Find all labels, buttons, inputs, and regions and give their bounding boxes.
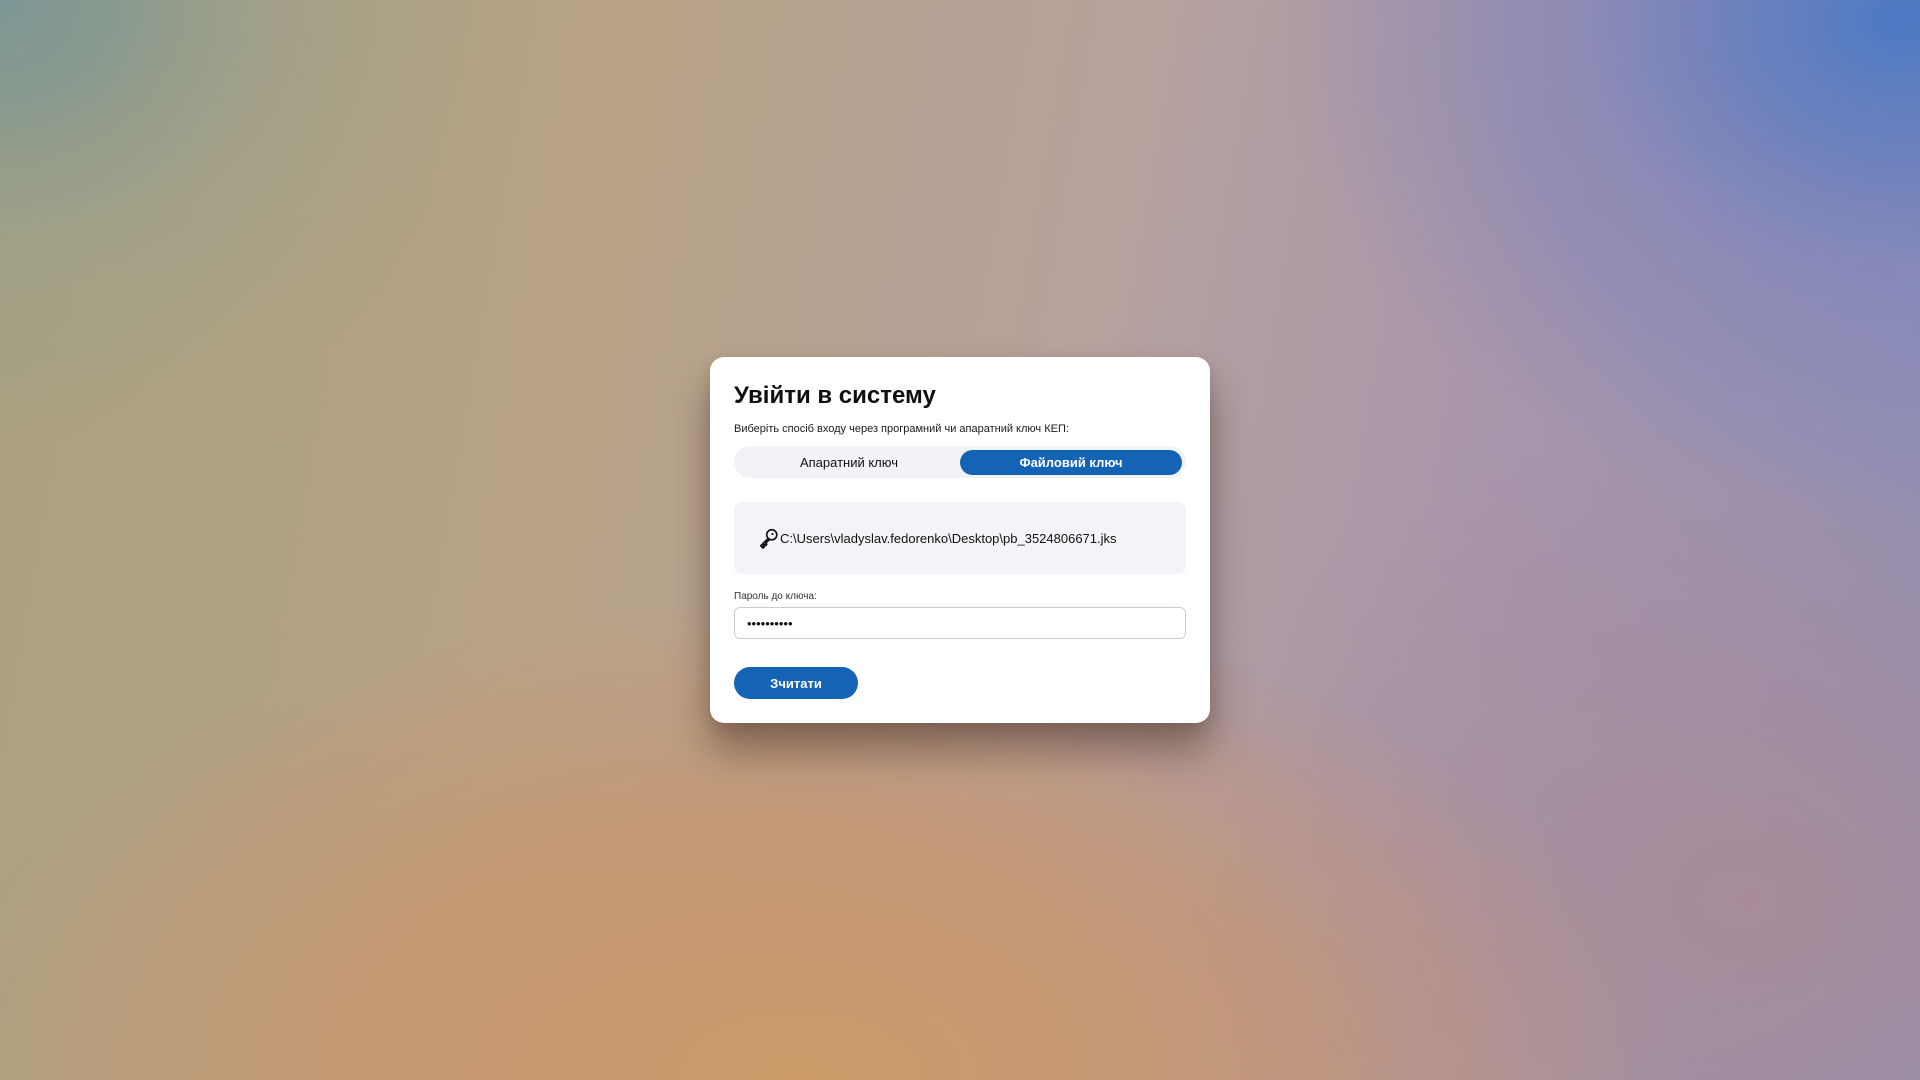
- file-key-option[interactable]: Файловий ключ: [960, 449, 1182, 475]
- selected-key-file[interactable]: C:\Users\vladyslav.fedorenko\Desktop\pb_…: [734, 502, 1186, 574]
- dialog-subtitle: Виберіть спосіб входу через програмний ч…: [734, 423, 1069, 435]
- read-button[interactable]: Зчитати: [734, 667, 858, 699]
- login-dialog: Увійти в систему Виберіть спосіб входу ч…: [710, 357, 1210, 723]
- password-label: Пароль до ключа:: [734, 591, 817, 602]
- key-icon: [758, 527, 780, 549]
- key-type-toggle: Апаратний ключ Файловий ключ: [734, 446, 1186, 478]
- key-file-path: C:\Users\vladyslav.fedorenko\Desktop\pb_…: [780, 530, 1117, 546]
- dialog-title: Увійти в систему: [734, 382, 936, 409]
- hardware-key-option[interactable]: Апаратний ключ: [738, 450, 960, 475]
- password-field[interactable]: [734, 607, 1186, 639]
